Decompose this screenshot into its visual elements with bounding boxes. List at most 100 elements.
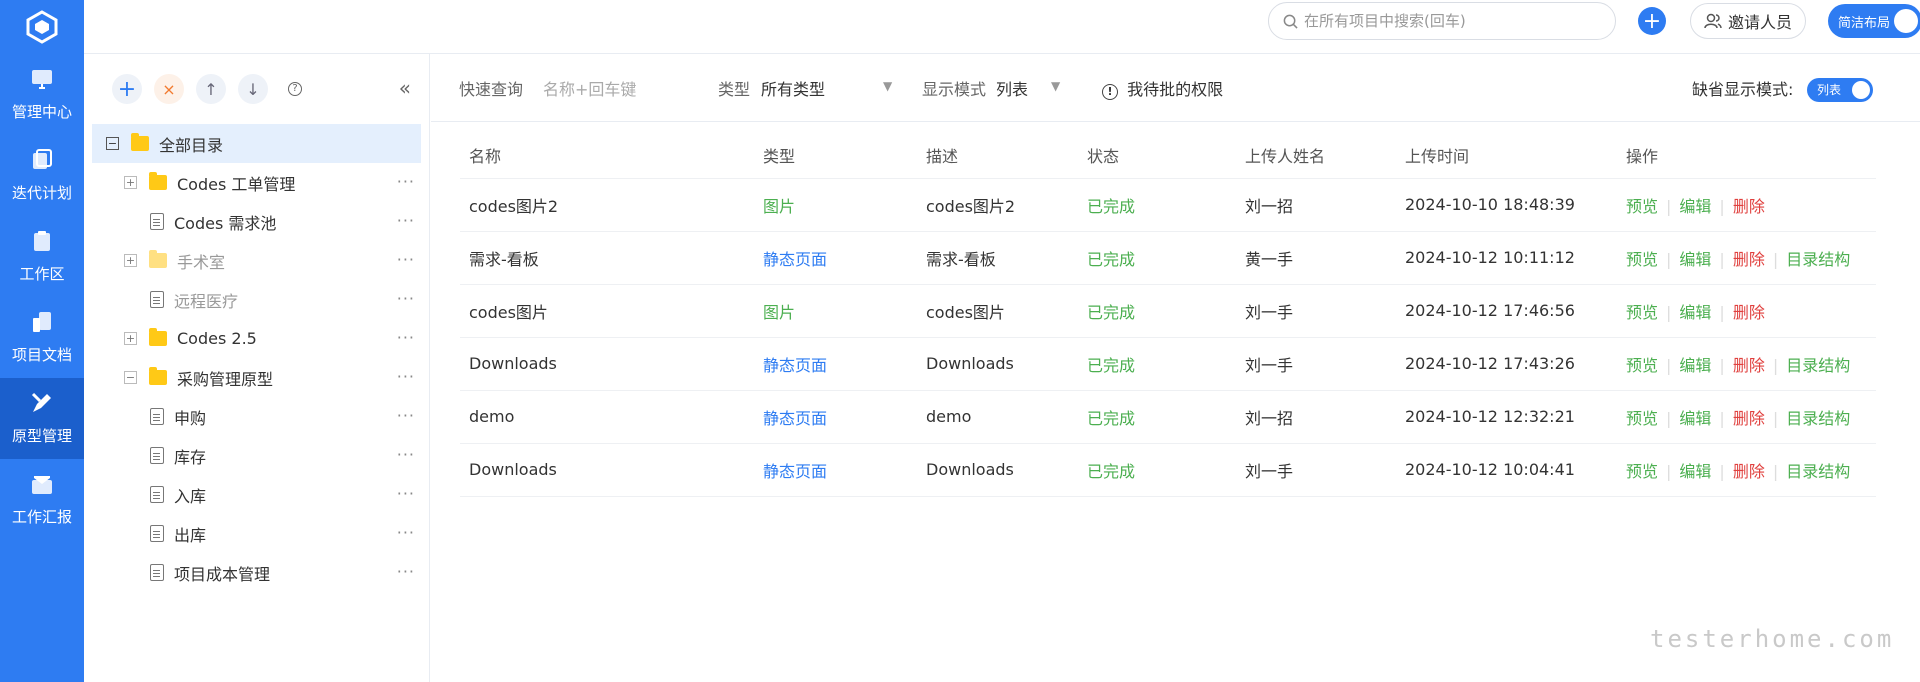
invite-label: 邀请人员 <box>1727 13 1792 32</box>
tree-node[interactable]: Codes 需求池 ··· <box>84 202 429 241</box>
edit-link[interactable]: 编辑 <box>1679 303 1711 322</box>
left-nav-rail: 管理中心迭代计划工作区 项目文档 原型管理 工作汇报 <box>0 0 84 682</box>
add-button[interactable]: + <box>1638 7 1666 35</box>
folder-icon <box>149 328 167 346</box>
directory-structure-link[interactable]: 目录结构 <box>1786 250 1850 269</box>
edit-link[interactable]: 编辑 <box>1679 409 1711 428</box>
table-row: Downloads 静态页面 Downloads 已完成 刘一手 2024-10-12 1… <box>460 443 1876 497</box>
nav-item-iteration[interactable]: 迭代计划 <box>0 135 84 216</box>
more-options-icon[interactable]: ··· <box>397 523 415 542</box>
tree-node[interactable]: + Codes 工单管理 ··· <box>84 163 429 202</box>
cell-upload-time: 2024-10-10 18:48:39 <box>1396 178 1617 232</box>
tree-node[interactable]: 入库 ··· <box>84 475 429 514</box>
nav-item-monitor[interactable]: 管理中心 <box>0 54 84 135</box>
search-input[interactable] <box>1304 12 1604 30</box>
more-options-icon[interactable]: ··· <box>397 211 415 230</box>
cell-desc: Downloads <box>917 337 1078 391</box>
chevron-down-icon[interactable]: ▼ <box>1051 79 1060 93</box>
nav-item-clipboard[interactable]: 工作区 <box>0 216 84 297</box>
move-down-button[interactable]: ↓ <box>238 74 268 104</box>
tree-node[interactable]: 申购 ··· <box>84 397 429 436</box>
help-icon[interactable]: ? <box>280 74 310 104</box>
expand-toggle[interactable]: + <box>124 254 137 267</box>
tree-node[interactable]: 项目成本管理 ··· <box>84 553 429 592</box>
more-options-icon[interactable]: ··· <box>397 172 415 191</box>
default-mode-toggle[interactable]: 列表 <box>1807 78 1873 102</box>
delete-link[interactable]: 删除 <box>1733 250 1765 269</box>
global-search[interactable] <box>1268 2 1616 40</box>
tree-node-label: 远程医疗 <box>174 291 239 311</box>
document-icon <box>150 447 164 464</box>
display-mode-select[interactable]: 列表 <box>996 76 1028 100</box>
more-options-icon[interactable]: ··· <box>397 406 415 425</box>
iteration-icon <box>30 148 54 182</box>
col-desc: 描述 <box>917 132 1078 179</box>
app-logo[interactable] <box>0 0 84 54</box>
nav-item-label: 迭代计划 <box>11 184 72 202</box>
cell-desc: demo <box>917 390 1078 444</box>
preview-link[interactable]: 预览 <box>1626 356 1658 375</box>
preview-link[interactable]: 预览 <box>1626 462 1658 481</box>
nav-item-docs[interactable]: 项目文档 <box>0 297 84 378</box>
more-options-icon[interactable]: ··· <box>397 484 415 503</box>
mail-icon <box>30 472 54 506</box>
expand-toggle[interactable]: + <box>124 176 137 189</box>
tree-node[interactable]: 远程医疗 ··· <box>84 280 429 319</box>
delete-link[interactable]: 删除 <box>1733 303 1765 322</box>
cell-name: Downloads <box>460 443 754 497</box>
directory-structure-link[interactable]: 目录结构 <box>1786 462 1850 481</box>
collapse-toggle[interactable]: − <box>106 137 119 150</box>
more-options-icon[interactable]: ··· <box>397 250 415 269</box>
delete-link[interactable]: 删除 <box>1733 462 1765 481</box>
invite-button[interactable]: 邀请人员 <box>1690 3 1806 39</box>
tree-node[interactable]: 库存 ··· <box>84 436 429 475</box>
layout-toggle-label: 简洁布局 <box>1838 15 1891 31</box>
tree-node[interactable]: + Codes 2.5 ··· <box>84 319 429 358</box>
tree-node-label: 项目成本管理 <box>174 564 271 584</box>
more-options-icon[interactable]: ··· <box>397 328 415 347</box>
collapse-toggle[interactable]: − <box>124 371 137 384</box>
delete-node-button[interactable]: × <box>154 74 184 104</box>
more-options-icon[interactable]: ··· <box>397 289 415 308</box>
delete-link[interactable]: 删除 <box>1733 197 1765 216</box>
move-up-button[interactable]: ↑ <box>196 74 226 104</box>
type-filter-select[interactable]: 所有类型 <box>761 76 825 100</box>
quick-search-input[interactable]: 名称+回车键 <box>543 76 636 100</box>
delete-link[interactable]: 删除 <box>1733 356 1765 375</box>
directory-structure-link[interactable]: 目录结构 <box>1786 356 1850 375</box>
more-options-icon[interactable]: ··· <box>397 367 415 386</box>
nav-item-prototype[interactable]: 原型管理 <box>0 378 84 459</box>
edit-link[interactable]: 编辑 <box>1679 462 1711 481</box>
tree-node[interactable]: 出库 ··· <box>84 514 429 553</box>
col-time: 上传时间 <box>1396 132 1617 179</box>
cell-desc: Downloads <box>917 443 1078 497</box>
table-header-row: 名称 类型 描述 状态 上传人姓名 上传时间 操作 <box>460 132 1876 179</box>
tree-node[interactable]: + 手术室 ··· <box>84 241 429 280</box>
edit-link[interactable]: 编辑 <box>1679 356 1711 375</box>
document-icon <box>150 525 164 542</box>
more-options-icon[interactable]: ··· <box>397 445 415 464</box>
nav-item-mail[interactable]: 工作汇报 <box>0 459 84 540</box>
tree-node[interactable]: − 采购管理原型 ··· <box>84 358 429 397</box>
preview-link[interactable]: 预览 <box>1626 197 1658 216</box>
status-badge: 已完成 <box>1078 337 1236 391</box>
more-options-icon[interactable]: ··· <box>397 562 415 581</box>
collapse-panel-icon[interactable]: « <box>399 76 411 100</box>
add-node-button[interactable]: + <box>112 74 142 104</box>
tree-node-label: 库存 <box>174 447 207 467</box>
edit-link[interactable]: 编辑 <box>1679 250 1711 269</box>
delete-link[interactable]: 删除 <box>1733 409 1765 428</box>
toggle-knob <box>1894 9 1918 33</box>
col-ops: 操作 <box>1617 132 1876 179</box>
preview-link[interactable]: 预览 <box>1626 409 1658 428</box>
chevron-down-icon[interactable]: ▼ <box>883 79 892 93</box>
preview-link[interactable]: 预览 <box>1626 303 1658 322</box>
tree-root-node[interactable]: − 全部目录 <box>92 124 421 163</box>
expand-toggle[interactable]: + <box>124 332 137 345</box>
simple-layout-toggle[interactable]: 简洁布局 <box>1828 4 1920 38</box>
directory-structure-link[interactable]: 目录结构 <box>1786 409 1850 428</box>
display-mode-label: 显示模式 <box>922 80 987 99</box>
edit-link[interactable]: 编辑 <box>1679 197 1711 216</box>
preview-link[interactable]: 预览 <box>1626 250 1658 269</box>
pending-permissions-link[interactable]: ! 我待批的权限 <box>1102 76 1223 100</box>
